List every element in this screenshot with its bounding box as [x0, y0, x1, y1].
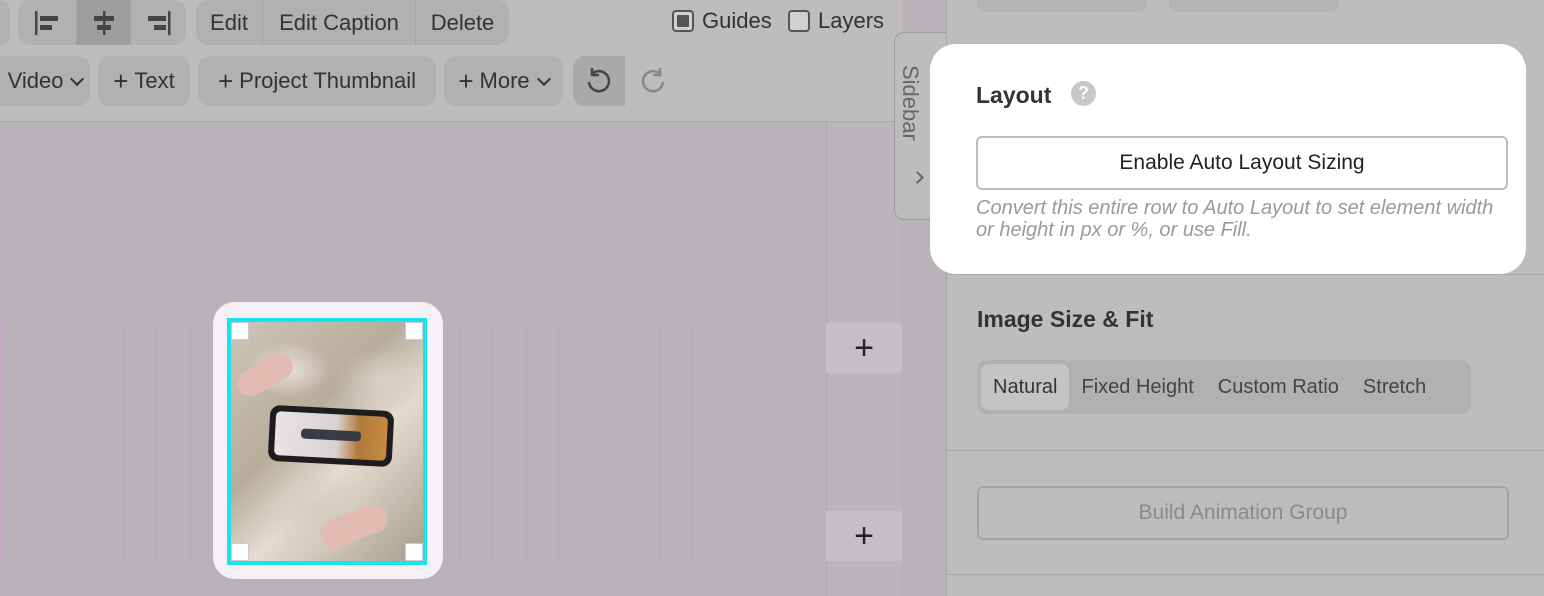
left-partial-group[interactable] — [0, 0, 10, 45]
add-thumbnail-label-wrap: + Project Thumbnail — [198, 56, 436, 106]
layout-section: Layout ? Enable Auto Layout Sizing Conve… — [930, 44, 1526, 274]
toolbar: Edit Edit Caption Delete Guides Layers V… — [0, 0, 902, 122]
canvas[interactable] — [0, 122, 826, 596]
section-divider — [947, 450, 1544, 451]
delete-button[interactable]: Delete — [415, 0, 509, 45]
chevron-down-icon — [536, 71, 551, 86]
align-right-button[interactable] — [130, 0, 186, 45]
align-group — [18, 0, 186, 45]
redo-icon — [641, 68, 665, 93]
edit-caption-button[interactable]: Edit Caption — [262, 0, 415, 45]
align-right-icon — [147, 10, 170, 35]
plus-icon: + — [113, 66, 129, 96]
undo-icon — [587, 68, 611, 93]
add-video-label-wrap: Video — [0, 56, 90, 106]
add-text-label: Text — [134, 68, 175, 93]
guides-label: Guides — [702, 8, 772, 33]
edit-group: Edit Edit Caption Delete — [196, 0, 509, 45]
layers-label: Layers — [818, 8, 885, 33]
column-guide — [491, 322, 494, 561]
column-guide — [23, 322, 26, 561]
photo-hand-bottom — [316, 500, 392, 552]
add-text-label-wrap: + Text — [98, 56, 190, 106]
build-animation-group-button[interactable]: Build Animation Group — [977, 486, 1509, 540]
column-guide — [659, 322, 662, 561]
add-row-button[interactable]: + — [826, 323, 902, 373]
column-guide — [155, 322, 158, 561]
add-text-button[interactable]: + Text — [98, 56, 190, 106]
sidebar-tab-label: Sidebar — [898, 65, 923, 141]
plus-icon: + — [458, 66, 474, 96]
image-size-title: Image Size & Fit — [977, 306, 1154, 332]
column-guide — [691, 322, 694, 561]
column-guide — [557, 322, 560, 561]
guides-toggle[interactable]: Guides — [672, 7, 772, 35]
editor-area: Edit Edit Caption Delete Guides Layers V… — [0, 0, 902, 596]
image-size-option-fixed-height[interactable]: Fixed Height — [1069, 364, 1205, 410]
photo-phone — [267, 404, 395, 468]
align-left-button[interactable] — [18, 0, 76, 45]
enable-auto-layout-button[interactable]: Enable Auto Layout Sizing — [976, 136, 1508, 190]
more-label-wrap: + More — [444, 56, 563, 106]
add-project-thumbnail-button[interactable]: + Project Thumbnail — [198, 56, 436, 106]
column-guide — [591, 322, 594, 561]
add-video-button[interactable]: Video — [0, 56, 90, 106]
align-center-icon — [93, 10, 114, 35]
column-guide — [525, 322, 528, 561]
column-guide — [459, 322, 462, 561]
image-size-option-natural[interactable]: Natural — [981, 364, 1070, 410]
layers-toggle[interactable]: Layers — [788, 7, 884, 35]
image-size-segmented-control: Natural Fixed Height Custom Ratio Stretc… — [977, 360, 1471, 414]
redo-button[interactable] — [625, 56, 681, 106]
resize-handle-top-right[interactable] — [405, 322, 423, 340]
guides-checkbox[interactable] — [672, 10, 694, 32]
add-thumbnail-label: Project Thumbnail — [239, 68, 417, 93]
selected-image[interactable] — [227, 318, 427, 565]
column-guide — [89, 322, 92, 561]
help-icon[interactable]: ? — [1071, 81, 1096, 106]
panel-top-control[interactable] — [1169, 0, 1339, 12]
image-size-option-custom-ratio[interactable]: Custom Ratio — [1206, 364, 1351, 410]
photo-hand-top — [232, 348, 298, 402]
resize-handle-top-left[interactable] — [231, 322, 249, 340]
align-left-icon — [35, 10, 58, 35]
add-video-label: Video — [7, 68, 64, 93]
chevron-down-icon — [70, 71, 85, 86]
more-button[interactable]: + More — [444, 56, 563, 106]
column-guide — [189, 322, 192, 561]
add-row-button[interactable]: + — [826, 511, 902, 561]
column-guide — [625, 322, 628, 561]
undo-button[interactable] — [573, 56, 625, 106]
column-guide — [123, 322, 126, 561]
resize-handle-bottom-left[interactable] — [231, 543, 249, 561]
section-divider — [947, 574, 1544, 575]
layout-title: Layout — [976, 82, 1052, 108]
column-guide — [57, 322, 60, 561]
history-group — [573, 56, 681, 106]
chevron-right-icon — [911, 171, 924, 184]
section-divider — [947, 274, 1544, 275]
resize-handle-bottom-right[interactable] — [405, 543, 423, 561]
more-label: More — [479, 68, 530, 93]
plus-icon: + — [217, 66, 234, 96]
panel-top-control[interactable] — [977, 0, 1147, 12]
align-center-button[interactable] — [76, 0, 130, 45]
layout-help-text: Convert this entire row to Auto Layout t… — [976, 197, 1494, 241]
layers-checkbox[interactable] — [788, 10, 810, 32]
image-size-option-stretch[interactable]: Stretch — [1351, 364, 1438, 410]
photo-phone-screen — [273, 411, 389, 461]
edit-button[interactable]: Edit — [196, 0, 262, 45]
